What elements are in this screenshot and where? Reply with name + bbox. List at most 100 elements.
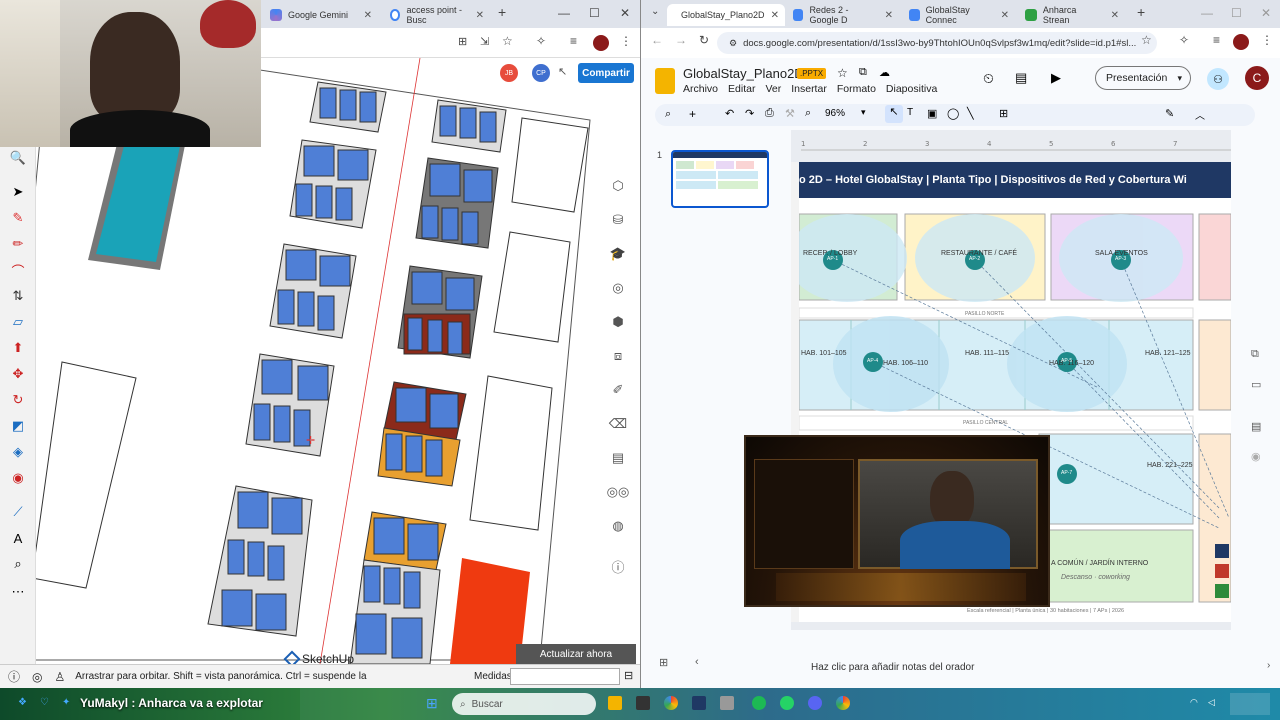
start-icon[interactable]: ⊞ xyxy=(426,695,438,712)
new-slide-icon[interactable]: + xyxy=(689,107,696,121)
new-tab-icon[interactable]: + xyxy=(1137,4,1145,20)
pen-mode-icon[interactable]: ✎ xyxy=(1165,107,1174,120)
media-icon[interactable]: ≡ xyxy=(570,34,577,48)
share-button[interactable]: Compartir xyxy=(578,63,634,83)
move-icon[interactable]: ✥ xyxy=(8,364,28,384)
extensions-icon[interactable]: ✧ xyxy=(1179,33,1189,47)
present-button[interactable]: Presentación ▾ xyxy=(1095,66,1191,90)
dimension-icon[interactable]: ⟋ xyxy=(8,502,28,522)
tab-globalstay-connect[interactable]: GlobalStay Connec ✕ xyxy=(901,4,1017,26)
minimize-icon[interactable]: — xyxy=(1201,6,1213,20)
view-icon[interactable]: ◎◎ xyxy=(606,480,630,504)
account-avatar[interactable]: C xyxy=(1245,66,1269,90)
collaborator-avatar-cp[interactable]: CP xyxy=(532,64,550,82)
update-now-button[interactable]: Actualizar ahora xyxy=(516,644,636,664)
select-tool-icon[interactable]: ➤ xyxy=(8,182,28,202)
app-icon[interactable] xyxy=(692,696,706,710)
tab-access-point[interactable]: access point - Busc ✕ xyxy=(382,4,492,26)
menu-editar[interactable]: Editar xyxy=(728,83,755,95)
url-field[interactable]: ⚙ docs.google.com/presentation/d/1ssI3wo… xyxy=(717,32,1157,54)
zoom-icon[interactable]: 🔍 xyxy=(8,148,28,168)
bookmark-star-icon[interactable]: ☆ xyxy=(502,34,513,48)
rotate-icon[interactable]: ↻ xyxy=(8,390,28,410)
whatsapp-icon[interactable] xyxy=(780,696,794,710)
slides-logo-icon[interactable] xyxy=(655,68,675,94)
spotify-icon[interactable] xyxy=(752,696,766,710)
rectangle-icon[interactable]: ▱ xyxy=(8,312,28,332)
line-icon[interactable]: ╲ xyxy=(967,107,974,120)
text-tool-icon[interactable]: A xyxy=(8,528,28,548)
tab-anharca[interactable]: Anharca Strean ✕ xyxy=(1017,4,1127,26)
tasks-icon[interactable]: ▭ xyxy=(1251,378,1261,391)
undo-icon[interactable]: ↶ xyxy=(725,107,734,120)
soften-icon[interactable]: ✐ xyxy=(606,378,630,402)
print-icon[interactable]: ⎙ xyxy=(765,107,774,120)
scale-icon[interactable]: ◩ xyxy=(8,416,28,436)
contacts-icon[interactable]: ▤ xyxy=(1251,420,1261,433)
forward-icon[interactable]: → xyxy=(675,33,687,47)
menu-kebab-icon[interactable]: ⋮ xyxy=(620,34,632,48)
info-icon[interactable]: ⓘ xyxy=(606,554,630,578)
extension-icon[interactable]: ⊟ xyxy=(624,669,633,682)
minimize-icon[interactable]: — xyxy=(558,6,570,20)
close-window-icon[interactable]: ✕ xyxy=(620,6,630,20)
slide-thumbnail[interactable] xyxy=(671,150,769,208)
bookmark-star-icon[interactable]: ☆ xyxy=(1141,33,1152,47)
collapse-icon[interactable]: ︿ xyxy=(1195,107,1205,122)
grid-view-icon[interactable]: ⊞ xyxy=(659,656,668,669)
zoom-level[interactable]: 96% xyxy=(825,108,845,119)
chrome-icon[interactable] xyxy=(664,696,678,710)
menu-diapositiva[interactable]: Diapositiva xyxy=(886,83,937,95)
pencil-icon[interactable]: ✏ xyxy=(8,234,28,254)
close-icon[interactable]: ✕ xyxy=(771,10,779,21)
wifi-icon[interactable]: ◠ xyxy=(1190,697,1198,708)
arc-icon[interactable]: ⌒ xyxy=(8,260,28,280)
measures-input[interactable] xyxy=(510,668,620,685)
collapse-filmstrip-icon[interactable]: ‹ xyxy=(695,656,699,668)
keep-icon[interactable]: ⧉ xyxy=(1251,348,1259,361)
eraser-panel-icon[interactable]: ⌫ xyxy=(606,412,630,436)
discord-icon[interactable] xyxy=(808,696,822,710)
materials-icon[interactable]: ◎ xyxy=(606,276,630,300)
menu-formato[interactable]: Formato xyxy=(837,83,876,95)
maps-icon[interactable]: ◉ xyxy=(1251,450,1261,463)
textbox-icon[interactable]: T xyxy=(907,107,913,118)
chrome-icon[interactable] xyxy=(836,696,850,710)
chevron-down-icon[interactable]: ▾ xyxy=(1177,73,1182,84)
file-explorer-icon[interactable] xyxy=(636,696,650,710)
new-tab-icon[interactable]: + xyxy=(498,4,506,20)
person-icon[interactable]: ♙ xyxy=(55,670,66,684)
star-icon[interactable]: ☆ xyxy=(837,66,848,80)
comment-add-icon[interactable]: ⊞ xyxy=(999,107,1008,120)
history-icon[interactable]: ⏲ xyxy=(983,70,994,87)
zoom-icon[interactable]: ⌕ xyxy=(805,107,811,120)
chevron-down-icon[interactable]: ▾ xyxy=(861,107,866,118)
menu-insertar[interactable]: Insertar xyxy=(791,83,827,95)
push-pull-icon[interactable]: ⇅ xyxy=(8,286,28,306)
paint-format-icon[interactable]: ⚒ xyxy=(785,107,795,120)
menu-archivo[interactable]: Archivo xyxy=(683,83,718,95)
select-cursor-icon[interactable]: ↖ xyxy=(885,105,903,123)
site-info-icon[interactable]: ⚙ xyxy=(729,38,737,49)
cloud-status-icon[interactable]: ☁ xyxy=(879,66,890,79)
redo-icon[interactable]: ↷ xyxy=(745,107,754,120)
components-icon[interactable]: ⛁ xyxy=(606,208,630,232)
search-tool-icon[interactable]: ⌕ xyxy=(8,554,28,574)
scenes-icon[interactable]: ▤ xyxy=(606,446,630,470)
volume-icon[interactable]: ◁ xyxy=(1208,697,1215,708)
expand-icon[interactable]: › xyxy=(1267,660,1270,671)
styles-icon[interactable]: ⬢ xyxy=(606,310,630,334)
paint-bucket-icon[interactable]: ◈ xyxy=(8,442,28,462)
close-icon[interactable]: ✕ xyxy=(364,10,372,21)
collaborator-avatar-jb[interactable]: JB xyxy=(500,64,518,82)
speaker-notes[interactable]: Haz clic para añadir notas del orador xyxy=(801,656,1213,678)
tab-search-icon[interactable]: ⌄ xyxy=(651,6,659,17)
translate-icon[interactable]: ⊞ xyxy=(458,35,467,48)
install-icon[interactable]: ⇲ xyxy=(480,35,489,48)
clock[interactable] xyxy=(1230,693,1270,715)
shape-icon[interactable]: ◯ xyxy=(947,107,959,120)
reload-icon[interactable]: ↻ xyxy=(699,33,709,47)
tab-globalstay-plano[interactable]: GlobalStay_Plano2D ✕ xyxy=(667,4,785,26)
image-icon[interactable]: ▣ xyxy=(927,107,937,120)
back-icon[interactable]: ← xyxy=(651,33,663,47)
